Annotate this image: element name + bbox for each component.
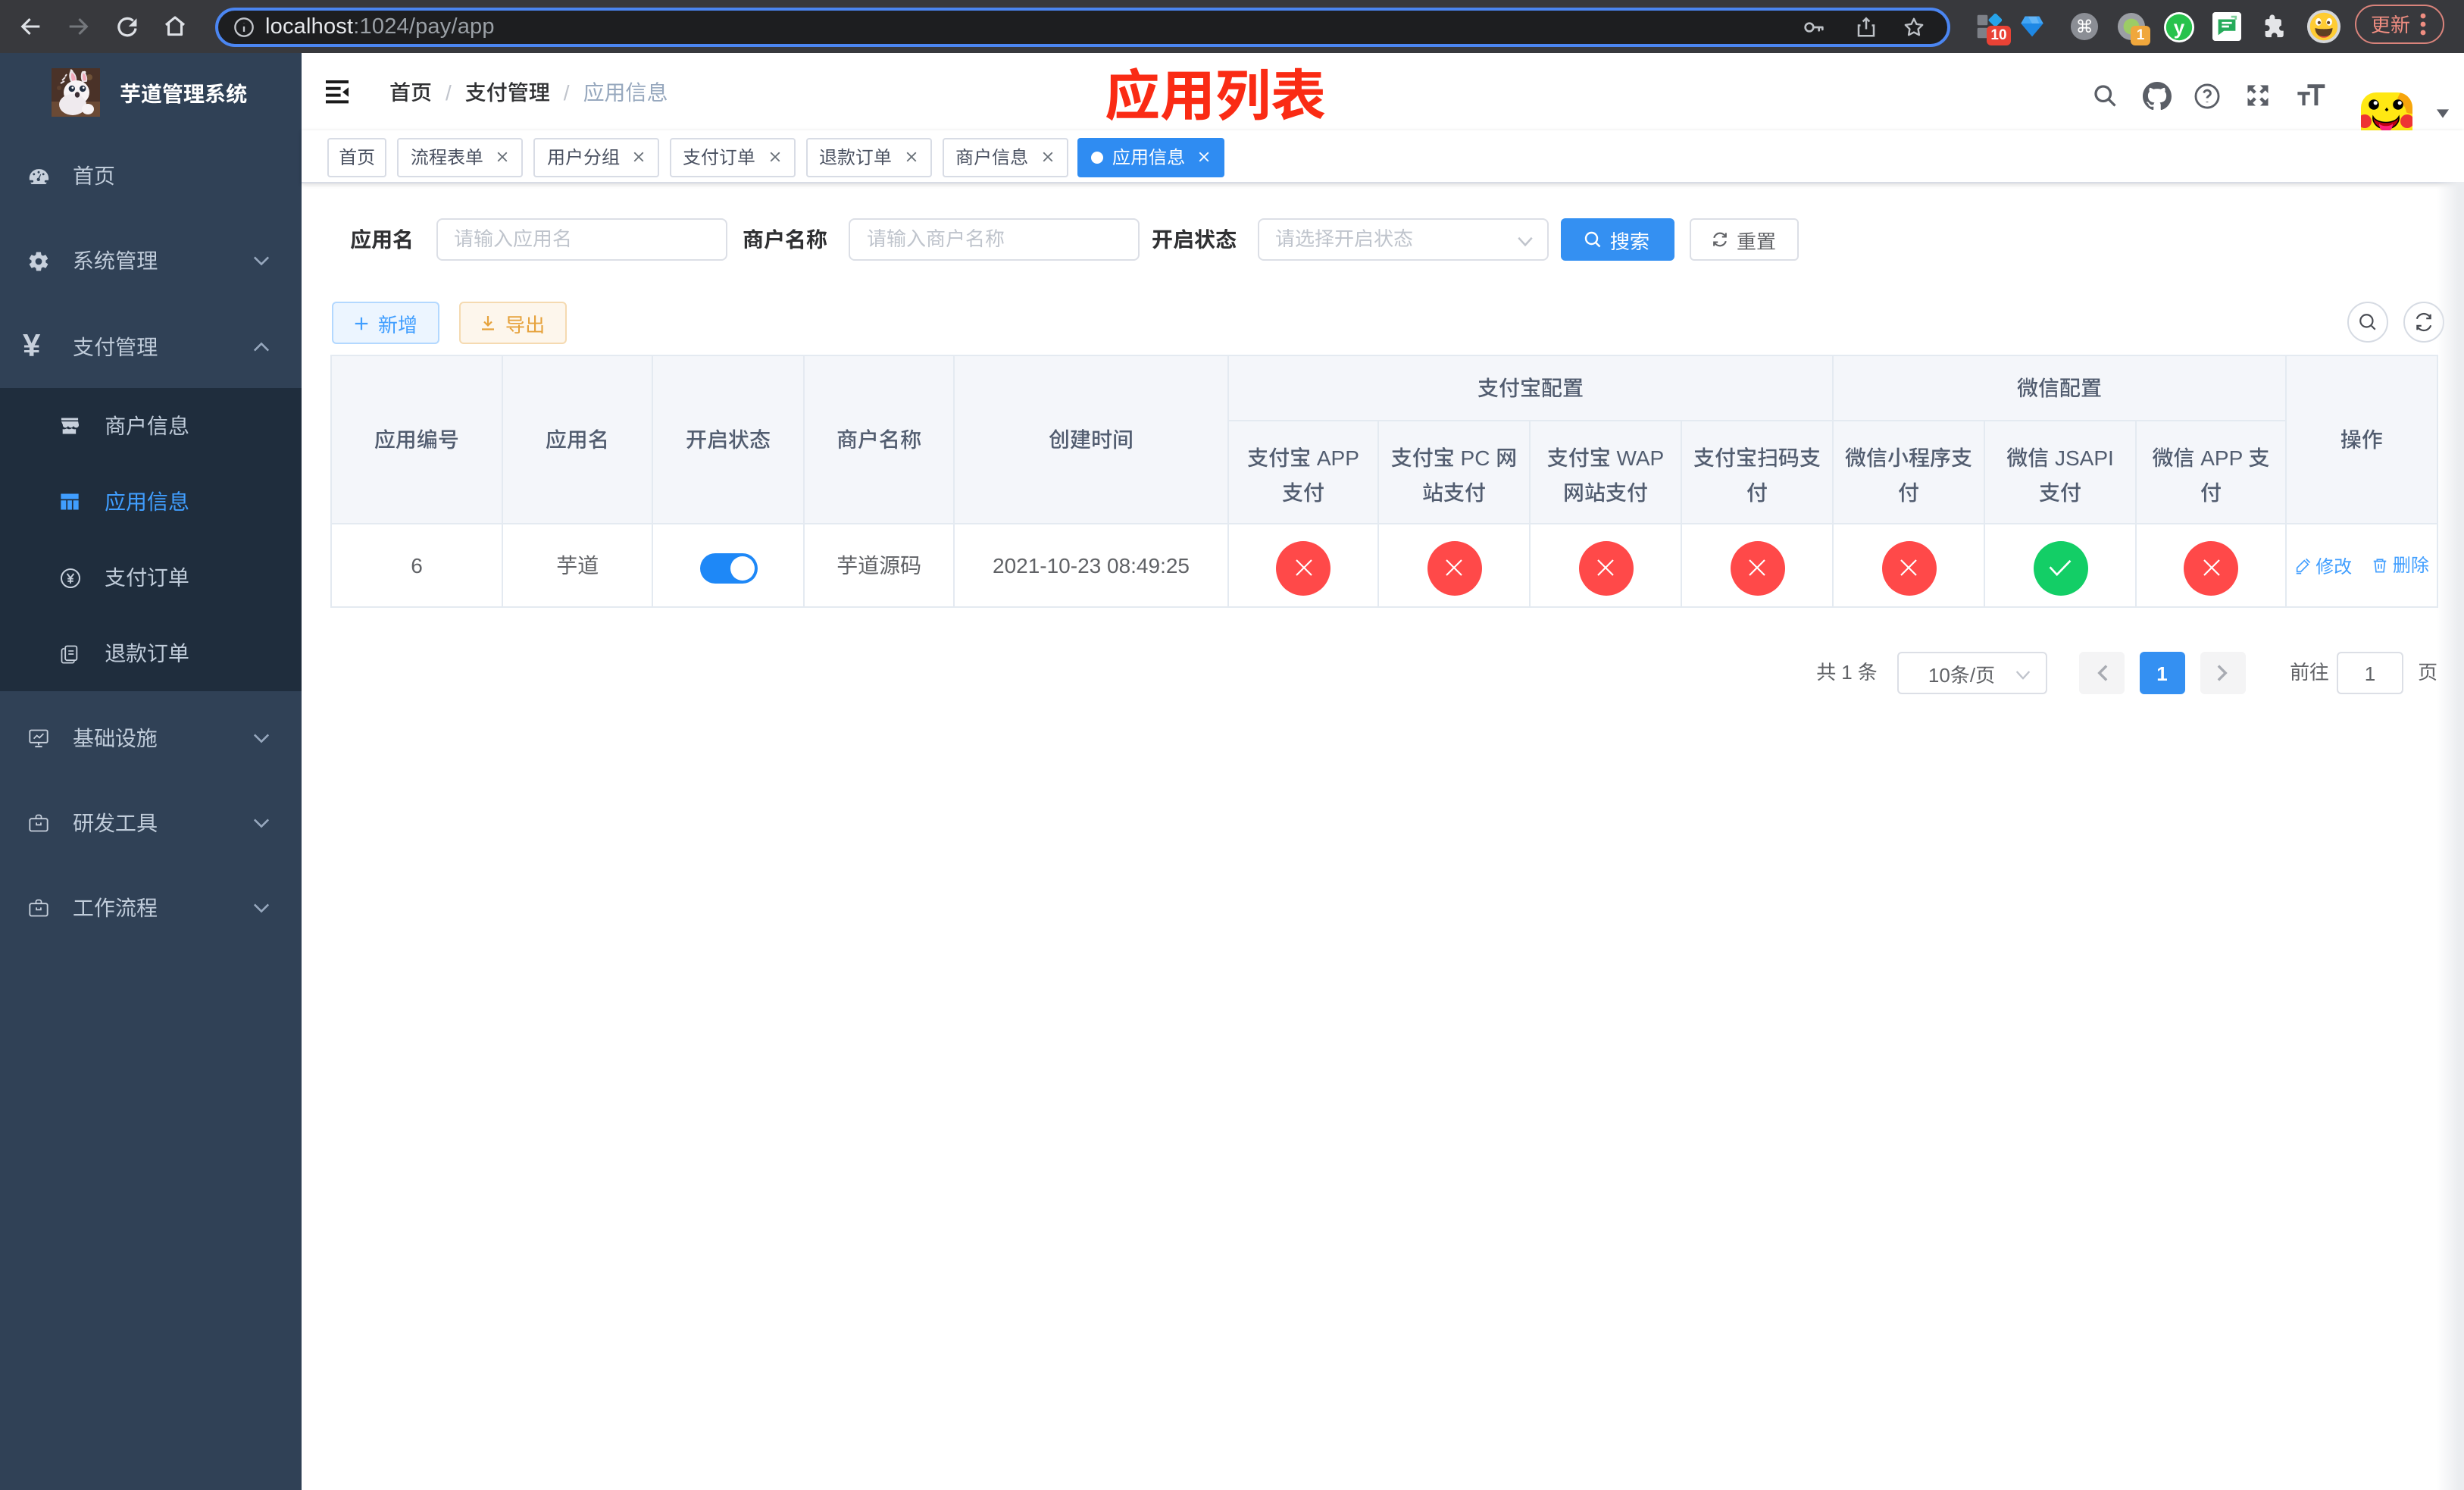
svg-text:y: y [2174, 15, 2185, 38]
svg-text:⌘: ⌘ [2075, 17, 2093, 36]
